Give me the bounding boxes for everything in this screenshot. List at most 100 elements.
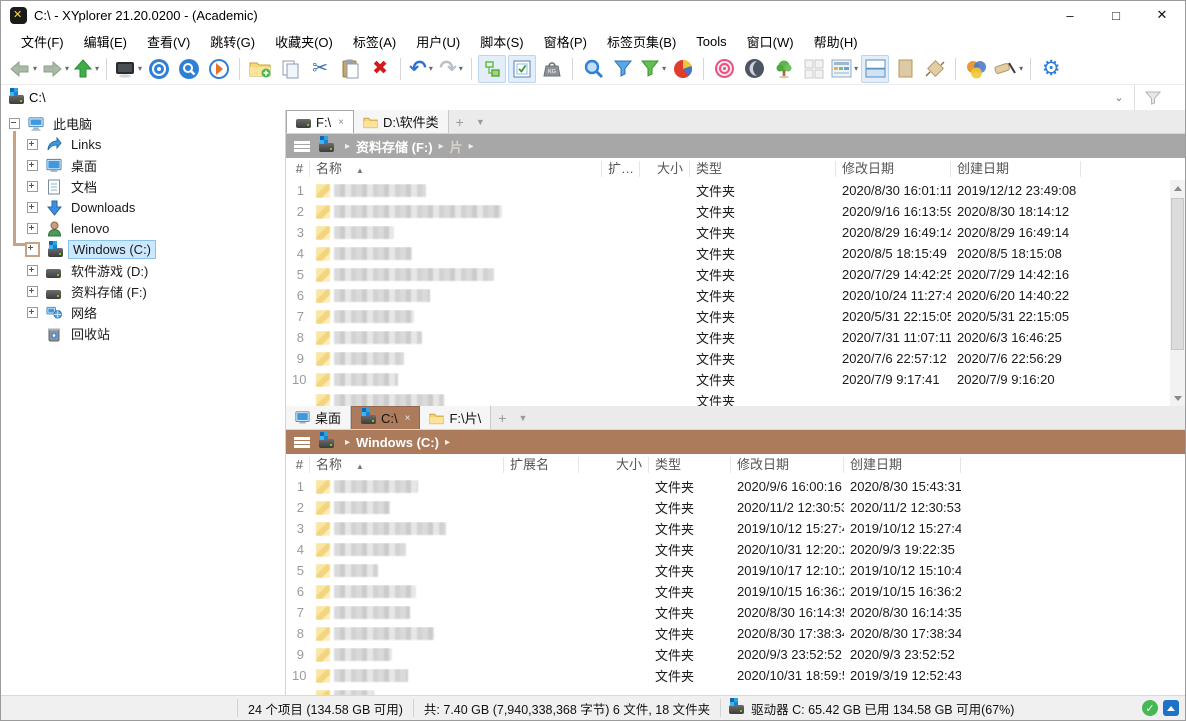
dropdown-caret-icon[interactable]: ▾ — [1019, 64, 1023, 73]
file-row[interactable]: 5文件夹2019/10/17 12:10:292019/10/12 15:10:… — [286, 560, 1185, 581]
file-name-redacted[interactable] — [310, 543, 504, 557]
menu-item-10[interactable]: 标签页集(B) — [597, 30, 686, 53]
column-header-name[interactable]: 名称▲ — [310, 161, 602, 177]
tag-button[interactable] — [921, 55, 949, 83]
configuration-button[interactable]: ⚙ — [1037, 55, 1065, 83]
scroll-up-icon[interactable] — [1170, 180, 1185, 196]
column-header-ext[interactable]: 扩… — [602, 161, 640, 177]
tree-item-label[interactable]: 文档 — [66, 175, 102, 198]
tab-桌面[interactable]: 桌面 — [286, 406, 351, 429]
file-row[interactable]: 10文件夹2020/7/9 9:17:412020/7/9 9:16:20 — [286, 369, 1185, 390]
column-header-crt[interactable]: 创建日期 — [844, 457, 961, 473]
file-name-redacted[interactable] — [310, 522, 504, 536]
column-header-ext[interactable]: 扩展名 — [504, 457, 579, 473]
back-button[interactable]: ▾ — [8, 55, 38, 83]
goto-button[interactable] — [205, 55, 233, 83]
tab-label[interactable]: F:\ — [316, 115, 331, 130]
file-row[interactable]: 9文件夹2020/7/6 22:57:122020/7/6 22:56:29 — [286, 348, 1185, 369]
tree-item-资料存储-f-[interactable]: 资料存储 (F:) — [1, 281, 285, 302]
tree-item-label[interactable]: 网络 — [66, 301, 102, 324]
spot-and-jump-button[interactable] — [710, 55, 738, 83]
file-name-redacted[interactable] — [310, 247, 602, 261]
redo-button[interactable]: ↷▾ — [437, 55, 465, 83]
file-name-redacted[interactable] — [310, 331, 602, 345]
fullscreen-preview-button[interactable]: ▾ — [113, 55, 143, 83]
tree-item-label[interactable]: lenovo — [66, 219, 114, 238]
tree-item-label[interactable]: 桌面 — [66, 154, 102, 177]
cut-button[interactable]: ✂ — [306, 55, 334, 83]
info-panel-button[interactable] — [891, 55, 919, 83]
dropdown-caret-icon[interactable]: ▾ — [429, 64, 433, 73]
menu-item-4[interactable]: 跳转(G) — [200, 30, 265, 53]
file-row[interactable]: 4文件夹2020/8/5 18:15:492020/8/5 18:15:08 — [286, 243, 1185, 264]
file-row[interactable]: 4文件夹2020/10/31 12:20:252020/9/3 19:22:35 — [286, 539, 1185, 560]
column-header-type[interactable]: 类型 — [690, 161, 836, 177]
file-row-partial[interactable] — [286, 686, 1185, 695]
tree-item-label[interactable]: Windows (C:) — [68, 240, 156, 259]
calc-size-button[interactable]: KG — [538, 55, 566, 83]
filter-button[interactable] — [609, 55, 637, 83]
file-name-redacted[interactable] — [310, 648, 504, 662]
menu-item-2[interactable]: 编辑(E) — [74, 30, 137, 53]
tree-toggle-button[interactable] — [478, 55, 506, 83]
new-folder-button[interactable] — [246, 55, 274, 83]
file-row[interactable]: 8文件夹2020/7/31 11:07:112020/6/3 16:46:25 — [286, 327, 1185, 348]
expander-plus-icon[interactable] — [27, 202, 38, 213]
checkbox-mode-button[interactable] — [508, 55, 536, 83]
tree-item-windows-c-[interactable]: Windows (C:) — [1, 239, 285, 260]
address-input[interactable]: C:\ — [29, 90, 46, 105]
file-name-redacted[interactable] — [310, 501, 504, 515]
menu-item-8[interactable]: 脚本(S) — [470, 30, 533, 53]
find-files-button[interactable] — [175, 55, 203, 83]
expander-plus-icon[interactable] — [25, 242, 40, 257]
tree-item-文档[interactable]: 文档 — [1, 176, 285, 197]
expander-plus-icon[interactable] — [27, 223, 38, 234]
breadcrumb-menu-icon[interactable] — [294, 437, 310, 448]
file-row[interactable]: 6文件夹2019/10/15 16:36:242019/10/15 16:36:… — [286, 581, 1185, 602]
tree-item-links[interactable]: Links — [1, 134, 285, 155]
expander-plus-icon[interactable] — [27, 181, 38, 192]
tab-list-dropdown-icon[interactable]: ▼ — [513, 406, 532, 429]
maximize-button[interactable]: □ — [1093, 1, 1139, 29]
file-name-redacted[interactable] — [310, 268, 602, 282]
file-name-redacted[interactable] — [310, 226, 602, 240]
tab-label[interactable]: D:\软件类 — [383, 112, 439, 131]
scroll-down-icon[interactable] — [1170, 390, 1185, 406]
minimize-button[interactable]: – — [1047, 1, 1093, 29]
file-row[interactable]: 2文件夹2020/11/2 12:30:532020/11/2 12:30:53 — [286, 497, 1185, 518]
breadcrumb-menu-icon[interactable] — [294, 141, 310, 152]
file-row[interactable]: 8文件夹2020/8/30 17:38:342020/8/30 17:38:34 — [286, 623, 1185, 644]
file-row[interactable]: 2文件夹2020/9/16 16:13:592020/8/30 18:14:12 — [286, 201, 1185, 222]
hotlist-button[interactable] — [145, 55, 173, 83]
tree-item-label[interactable]: 软件游戏 (D:) — [66, 259, 153, 282]
tree-item-label[interactable]: 回收站 — [66, 322, 115, 345]
undo-button[interactable]: ↶▾ — [407, 55, 435, 83]
dropdown-caret-icon[interactable]: ▾ — [459, 64, 463, 73]
tree-item-label[interactable]: 此电脑 — [48, 112, 97, 135]
highlight-roller-button[interactable]: ▾ — [992, 55, 1024, 83]
file-row-partial[interactable]: 文件夹 — [286, 390, 1185, 406]
statistics-button[interactable] — [669, 55, 697, 83]
menu-item-13[interactable]: 帮助(H) — [804, 30, 868, 53]
tree-item-lenovo[interactable]: lenovo — [1, 218, 285, 239]
file-name-redacted[interactable] — [310, 669, 504, 683]
file-row[interactable]: 1文件夹2020/8/30 16:01:112019/12/12 23:49:0… — [286, 180, 1185, 201]
live-search-button[interactable] — [579, 55, 607, 83]
tab-close-icon[interactable]: × — [405, 413, 411, 424]
breadcrumb-segment[interactable]: 资料存储 (F:) — [356, 137, 433, 156]
column-header-size[interactable]: 大小 — [640, 161, 690, 177]
forward-button[interactable]: ▾ — [40, 55, 70, 83]
expander-minus-icon[interactable] — [9, 118, 20, 129]
file-row[interactable]: 7文件夹2020/8/30 16:14:352020/8/30 16:14:35 — [286, 602, 1185, 623]
column-header-type[interactable]: 类型 — [649, 457, 731, 473]
file-name-redacted[interactable] — [310, 627, 504, 641]
dropdown-caret-icon[interactable]: ▾ — [662, 64, 666, 73]
address-bar[interactable]: C:\ ⌄ — [1, 85, 1185, 111]
tree-item-label[interactable]: Links — [66, 135, 106, 154]
status-expand-icon[interactable] — [1163, 700, 1179, 716]
dark-mode-button[interactable] — [740, 55, 768, 83]
expander-plus-icon[interactable] — [27, 160, 38, 171]
column-header-size[interactable]: 大小 — [579, 457, 649, 473]
copy-button[interactable] — [276, 55, 304, 83]
menu-item-7[interactable]: 用户(U) — [406, 30, 470, 53]
